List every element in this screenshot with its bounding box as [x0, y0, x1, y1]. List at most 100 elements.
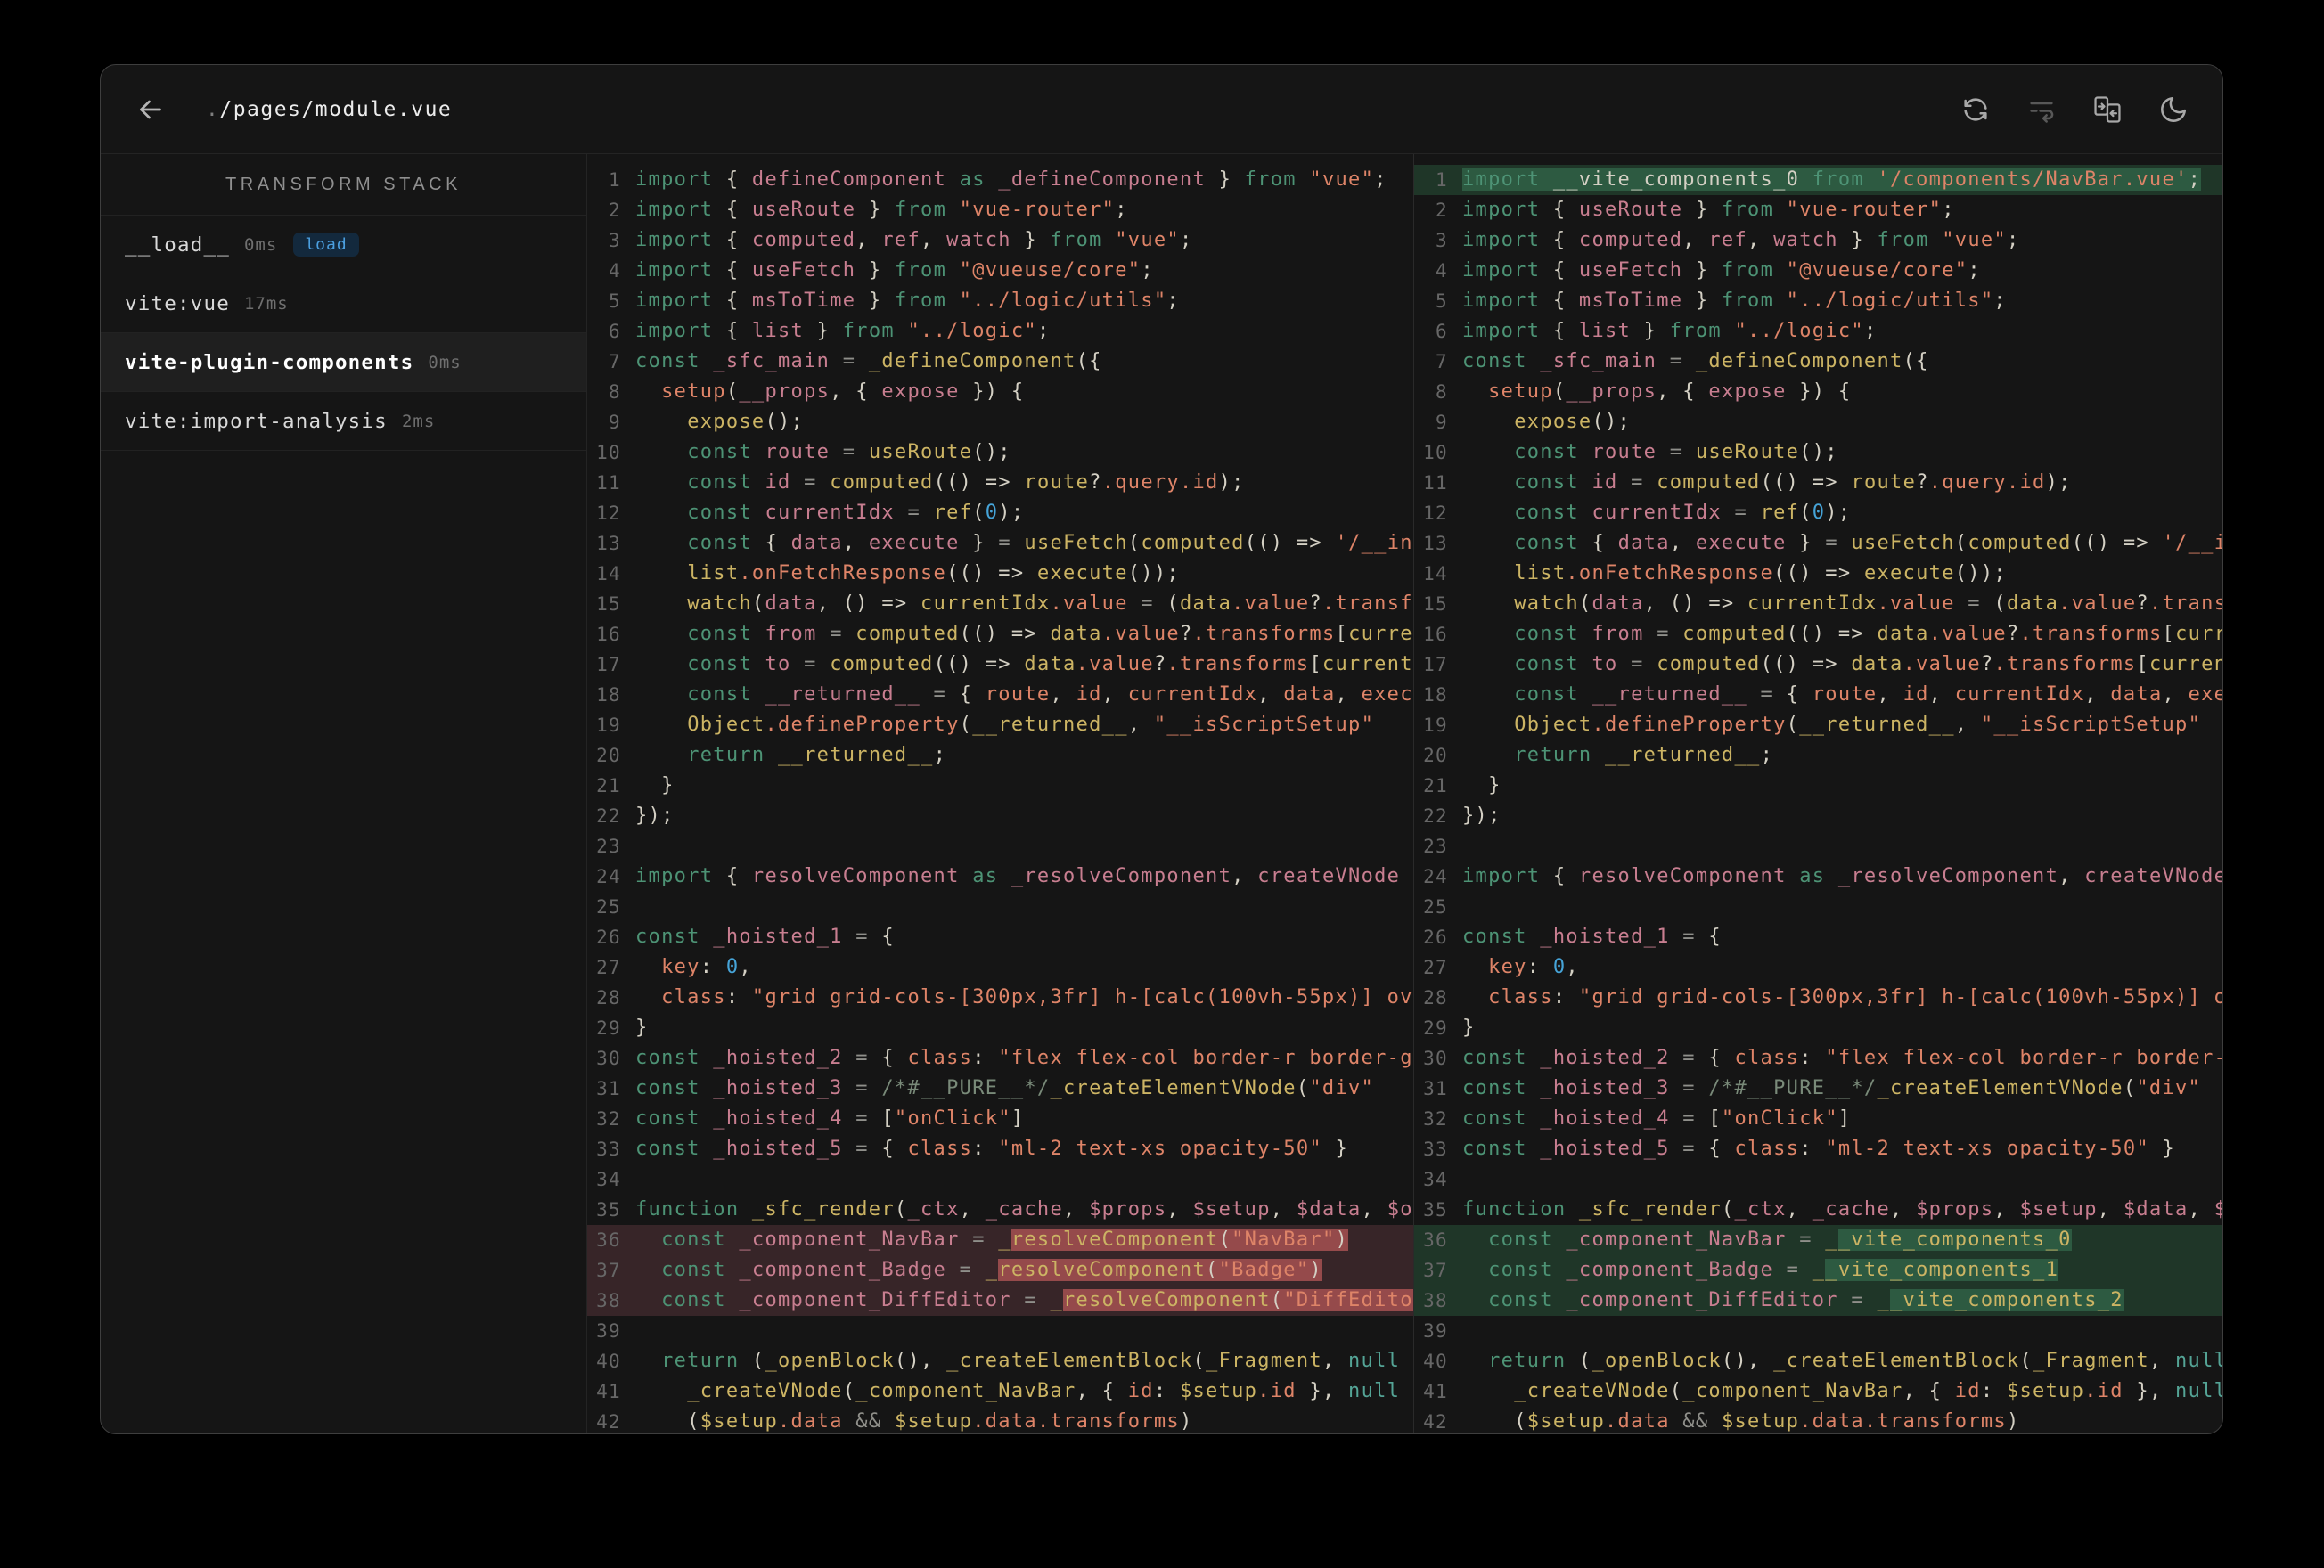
code-line: 7 const _sfc_main = _defineComponent({: [587, 347, 1413, 377]
code-text: const _hoisted_3 = /*#__PURE__*/_createE…: [635, 1077, 1375, 1099]
code-line: 36 const _component_NavBar = __vite_comp…: [1414, 1225, 2222, 1255]
code-line: 39: [1414, 1316, 2222, 1346]
code-text: Object.defineProperty(__returned__, "__i…: [687, 714, 1375, 736]
code-line: 3 import { computed, ref, watch } from "v…: [587, 225, 1413, 256]
code-line: 24 import { resolveComponent as _resolveC…: [587, 862, 1413, 892]
transform-stack-sidebar: TRANSFORM STACK __load__ 0ms load vite:vue 1…: [101, 154, 587, 1433]
code-line: 14 list.onFetchResponse(() => execute())…: [1414, 559, 2222, 589]
code-text: const _hoisted_1 = {: [1462, 926, 1722, 948]
line-number: 4: [609, 260, 621, 282]
code-panel-after[interactable]: 1 import __vite_components_0 from '/compo…: [1413, 154, 2222, 1433]
code-line: 9 expose();: [587, 407, 1413, 437]
line-number: 19: [596, 715, 621, 736]
page-title-prefix: .: [206, 97, 220, 121]
line-number: 10: [596, 442, 621, 463]
line-number: 33: [596, 1139, 621, 1160]
refresh-button[interactable]: [1960, 94, 1991, 125]
line-number: 13: [1423, 533, 1448, 554]
code-panel-before[interactable]: 1 import { defineComponent as _defineComp…: [587, 154, 1413, 1433]
line-number: 14: [596, 563, 621, 584]
line-number: 22: [1423, 805, 1448, 827]
code-text: function _sfc_render(_ctx, _cache, $prop…: [635, 1198, 1413, 1221]
transform-stack-item[interactable]: vite:vue 17ms: [101, 274, 586, 333]
code-line: 36 const _component_NavBar = _resolveCom…: [587, 1225, 1413, 1255]
line-number: 21: [596, 775, 621, 796]
code-line: 29}: [587, 1013, 1413, 1043]
code-line: 25: [587, 892, 1413, 922]
code-line: 42 ($setup.data && $setup.data.transform…: [587, 1407, 1413, 1433]
code-text: class: "grid grid-cols-[300px,3fr] h-[ca…: [1488, 986, 2222, 1009]
code-line: 18 const __returned__ = { route, id, cur…: [587, 680, 1413, 710]
line-number: 37: [1423, 1260, 1448, 1281]
code-text: watch(data, () => currentIdx.value = (da…: [1514, 592, 2222, 615]
code-line: 40 return (_openBlock(), _createElementB…: [587, 1346, 1413, 1376]
code-line: 23: [587, 831, 1413, 862]
line-number: 40: [596, 1351, 621, 1372]
code-text: import { list } from "../logic";: [635, 320, 1051, 342]
line-number: 2: [609, 200, 621, 221]
diff-view-button[interactable]: [2092, 94, 2123, 125]
code-text: expose();: [687, 411, 805, 433]
code-line: 15 watch(data, () => currentIdx.value = …: [587, 589, 1413, 619]
code-line: 38 const _component_DiffEditor = _resolv…: [587, 1286, 1413, 1316]
line-number: 30: [1423, 1048, 1448, 1069]
code-text: return (_openBlock(), _createElementBloc…: [661, 1350, 1401, 1372]
code-text: const id = computed(() => route?.query.i…: [687, 471, 1245, 494]
code-line: 27 key: 0,: [1414, 952, 2222, 983]
theme-toggle-button[interactable]: [2158, 94, 2189, 125]
header-actions: [1960, 94, 2189, 125]
transform-stack-item[interactable]: vite:import-analysis 2ms: [101, 392, 586, 451]
code-line: 32 const _hoisted_4 = ["onClick"]: [587, 1104, 1413, 1134]
code-line: 22});: [587, 801, 1413, 831]
code-text: key: 0,: [1488, 956, 1579, 978]
code-text: return (_openBlock(), _createElementBloc…: [1488, 1350, 2222, 1372]
code-line: 28 class: "grid grid-cols-[300px,3fr] h-…: [1414, 983, 2222, 1013]
line-number: 41: [596, 1381, 621, 1402]
plugin-name: __load__: [125, 233, 230, 257]
line-number: 21: [1423, 775, 1448, 796]
code-text: import { useRoute } from "vue-router";: [1462, 199, 1955, 221]
transform-stack-item[interactable]: vite-plugin-components 0ms: [101, 333, 586, 392]
code-text: const currentIdx = ref(0);: [1514, 502, 1852, 524]
line-number: 35: [1423, 1199, 1448, 1221]
code-text: import { defineComponent as _defineCompo…: [635, 168, 1387, 191]
code-text: import { useFetch } from "@vueuse/core";: [1462, 259, 1981, 282]
code-text: const _hoisted_5 = { class: "ml-2 text-x…: [1462, 1138, 2176, 1160]
page-title-path: /pages/module.vue: [219, 97, 453, 121]
code-line: 8 setup(__props, { expose }) {: [587, 377, 1413, 407]
line-wrap-button[interactable]: [2026, 94, 2057, 125]
line-number: 34: [596, 1169, 621, 1190]
code-line: 13 const { data, execute } = useFetch(co…: [587, 528, 1413, 559]
code-text: setup(__props, { expose }) {: [661, 380, 1025, 403]
code-line: 14 list.onFetchResponse(() => execute())…: [587, 559, 1413, 589]
code-text: import { computed, ref, watch } from "vu…: [1462, 229, 2020, 251]
code-text: import { useRoute } from "vue-router";: [635, 199, 1128, 221]
code-line: 5 import { msToTime } from "../logic/util…: [587, 286, 1413, 316]
code-text: }: [1462, 774, 1502, 796]
titlebar: ./pages/module.vue: [101, 65, 2222, 154]
line-number: 24: [1423, 866, 1448, 887]
back-button[interactable]: [135, 94, 167, 126]
code-text: const _component_NavBar = _resolveCompon…: [661, 1229, 1349, 1251]
line-number: 25: [596, 896, 621, 918]
line-number: 8: [609, 381, 621, 403]
code-text: setup(__props, { expose }) {: [1488, 380, 1852, 403]
code-text: const _component_DiffEditor = __vite_com…: [1488, 1289, 2124, 1311]
code-text: const __returned__ = { route, id, curren…: [1514, 683, 2222, 706]
code-line: 26 const _hoisted_1 = {: [1414, 922, 2222, 952]
transform-stack-item[interactable]: __load__ 0ms load: [101, 216, 586, 274]
line-number: 14: [1423, 563, 1448, 584]
line-number: 42: [596, 1411, 621, 1433]
code-text: const id = computed(() => route?.query.i…: [1514, 471, 2072, 494]
line-number: 41: [1423, 1381, 1448, 1402]
plugin-name: vite:vue: [125, 291, 230, 315]
inspect-window: ./pages/module.vue TRANSFORM STACK __loa…: [100, 64, 2223, 1434]
code-line: 27 key: 0,: [587, 952, 1413, 983]
code-text: Object.defineProperty(__returned__, "__i…: [1514, 714, 2202, 736]
code-text: import { list } from "../logic";: [1462, 320, 1878, 342]
code-line: 21 }: [1414, 771, 2222, 801]
code-line: 3 import { computed, ref, watch } from "v…: [1414, 225, 2222, 256]
line-number: 17: [1423, 654, 1448, 675]
